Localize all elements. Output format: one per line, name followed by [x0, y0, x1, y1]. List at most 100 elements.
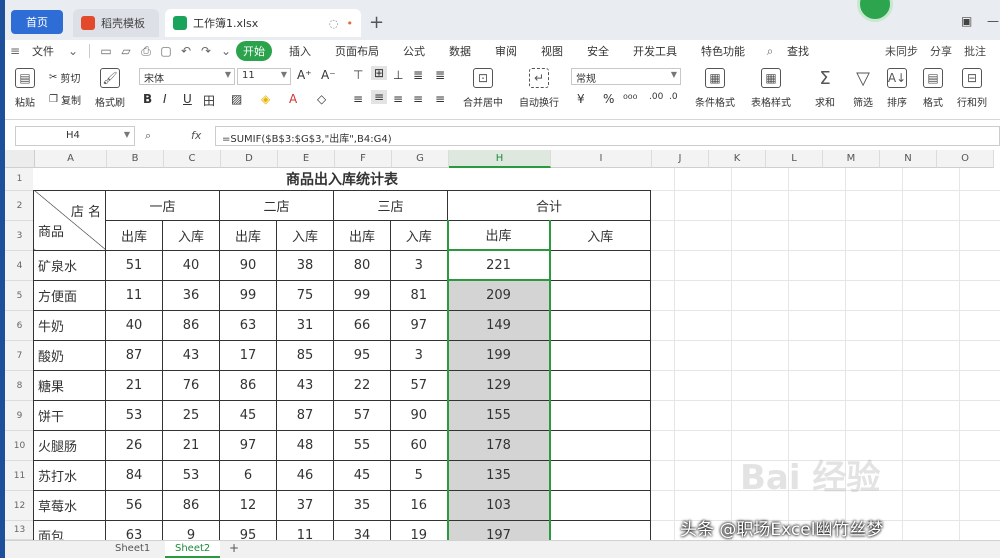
copy-button[interactable]: ❐ 复制 [49, 92, 81, 107]
sub-header-out[interactable]: 出库 [333, 219, 391, 251]
formula-input[interactable]: =SUMIF($B$3:$G$3,"出库",B4:G4) [215, 126, 1000, 146]
tab-monitor-icon[interactable]: ◌ [329, 17, 339, 30]
value-cell[interactable]: 5 [390, 459, 448, 491]
product-name-cell[interactable]: 牛奶 [33, 309, 106, 341]
sub-header-out[interactable]: 出库 [219, 219, 277, 251]
total-out-cell[interactable]: 149 [446, 309, 551, 341]
indent-icon[interactable]: ≣ [435, 68, 445, 82]
total-out-cell[interactable]: 103 [446, 489, 551, 521]
total-in-cell[interactable] [549, 459, 651, 491]
column-header[interactable]: O [937, 150, 994, 168]
sub-header-in[interactable]: 入库 [276, 219, 334, 251]
value-cell[interactable]: 26 [105, 429, 163, 461]
row-header[interactable]: 12 [5, 491, 35, 521]
column-header[interactable]: N [880, 150, 937, 168]
value-cell[interactable]: 43 [276, 369, 334, 401]
align-top-icon[interactable]: ⊤ [353, 68, 363, 82]
sort-button[interactable]: A↓ 排序 [887, 68, 907, 109]
column-header[interactable]: L [766, 150, 823, 168]
user-avatar[interactable] [857, 0, 893, 22]
value-cell[interactable]: 53 [162, 459, 220, 491]
filter-button[interactable]: ▽ 筛选 [853, 68, 873, 110]
row-header[interactable]: 10 [5, 431, 35, 461]
fill-color-icon[interactable]: ◈ [261, 92, 270, 106]
value-cell[interactable]: 3 [390, 339, 448, 371]
menu-security[interactable]: 安全 [580, 41, 616, 61]
undo-icon[interactable]: ↶ [178, 44, 194, 58]
add-sheet-button[interactable]: + [219, 541, 249, 558]
sub-header-total-out[interactable]: 出库 [446, 219, 551, 251]
value-cell[interactable]: 35 [333, 489, 391, 521]
row-header[interactable]: 8 [5, 371, 35, 401]
value-cell[interactable]: 56 [105, 489, 163, 521]
decrease-decimal-icon[interactable]: .0 [669, 92, 678, 102]
total-out-cell[interactable]: 155 [446, 399, 551, 431]
zoom-icon[interactable]: ⌕ [145, 129, 151, 143]
value-cell[interactable]: 31 [276, 309, 334, 341]
product-name-cell[interactable]: 酸奶 [33, 339, 106, 371]
value-cell[interactable]: 99 [219, 279, 277, 311]
column-header[interactable]: E [278, 150, 335, 168]
select-all-corner[interactable] [5, 150, 35, 168]
column-header[interactable]: I [551, 150, 652, 168]
value-cell[interactable]: 66 [333, 309, 391, 341]
font-size-select[interactable]: 11 ▼ [237, 68, 291, 85]
align-center-icon[interactable]: ≡ [371, 90, 388, 104]
sub-header-out[interactable]: 出库 [105, 219, 163, 251]
total-out-cell[interactable]: 135 [446, 459, 551, 491]
justify-icon[interactable]: ≡ [413, 92, 423, 106]
total-header[interactable]: 合计 [447, 189, 651, 221]
value-cell[interactable]: 21 [105, 369, 163, 401]
menu-developer[interactable]: 开发工具 [626, 41, 684, 61]
save-icon[interactable]: ▭ [98, 44, 114, 58]
paste-button[interactable]: ▤ 粘贴 [15, 68, 35, 109]
table-style-button[interactable]: ▦ 表格样式 [751, 68, 791, 109]
value-cell[interactable]: 21 [162, 429, 220, 461]
menu-insert[interactable]: 插入 [282, 41, 318, 61]
total-in-cell[interactable] [549, 369, 651, 401]
sum-button[interactable]: Σ 求和 [815, 68, 835, 110]
thousands-icon[interactable]: ⁰⁰⁰ [623, 92, 637, 106]
column-header[interactable]: K [709, 150, 766, 168]
tab-home[interactable]: 首页 [11, 10, 63, 34]
column-header[interactable]: A [35, 150, 107, 168]
value-cell[interactable]: 6 [219, 459, 277, 491]
search-icon[interactable]: ⌕ [762, 44, 778, 59]
value-cell[interactable]: 48 [276, 429, 334, 461]
currency-icon[interactable]: ¥ [577, 92, 585, 106]
italic-button[interactable]: I [163, 92, 167, 106]
value-cell[interactable]: 45 [219, 399, 277, 431]
layout-icon[interactable]: ▣ [961, 14, 972, 28]
total-out-cell[interactable]: 178 [446, 429, 551, 461]
name-box[interactable]: H4 ▼ [15, 126, 135, 146]
conditional-format-button[interactable]: ▦ 条件格式 [695, 68, 735, 109]
font-color-icon[interactable]: A [289, 92, 297, 106]
value-cell[interactable]: 81 [390, 279, 448, 311]
row-header[interactable]: 11 [5, 461, 35, 491]
store-header[interactable]: 一店 [105, 189, 220, 221]
cut-button[interactable]: ✂ 剪切 [49, 70, 80, 85]
comment-button[interactable]: 批注 [964, 43, 986, 59]
border-icon[interactable]: 田 [203, 92, 215, 109]
share-button[interactable]: 分享 [930, 43, 952, 59]
product-name-cell[interactable]: 草莓水 [33, 489, 106, 521]
column-header[interactable]: C [164, 150, 221, 168]
total-out-cell[interactable]: 209 [446, 279, 551, 311]
value-cell[interactable]: 53 [105, 399, 163, 431]
value-cell[interactable]: 57 [333, 399, 391, 431]
menu-data[interactable]: 数据 [442, 41, 478, 61]
row-header[interactable]: 7 [5, 341, 35, 371]
merge-center-button[interactable]: ⊡ 合并居中 [463, 68, 503, 109]
value-cell[interactable]: 55 [333, 429, 391, 461]
column-header[interactable]: G [392, 150, 449, 168]
column-header[interactable]: D [221, 150, 278, 168]
preview-icon[interactable]: ▢ [158, 44, 174, 58]
menu-view[interactable]: 视图 [534, 41, 570, 61]
total-in-cell[interactable] [549, 429, 651, 461]
row-header[interactable]: 4 [5, 251, 35, 281]
value-cell[interactable]: 16 [390, 489, 448, 521]
dropdown-icon[interactable]: ⌄ [218, 44, 234, 58]
total-in-cell[interactable] [549, 309, 651, 341]
sheet-tab[interactable]: Sheet1 [105, 541, 160, 558]
new-tab-button[interactable]: + [369, 12, 384, 33]
